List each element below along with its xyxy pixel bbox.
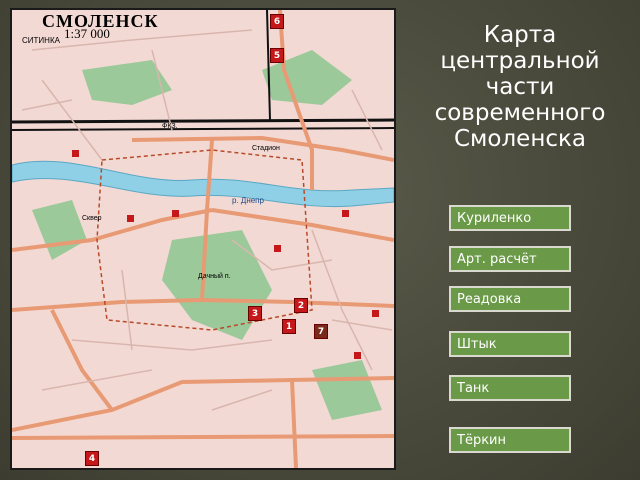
rail-station-label: ФКЗ. [162, 123, 178, 130]
map-scale: 1:37 000 [64, 26, 110, 41]
map-marker-4[interactable]: 4 [85, 451, 99, 466]
hero-button-art-raschet[interactable]: Арт. расчёт [449, 246, 571, 272]
map-label: Сквер [82, 215, 102, 222]
map-marker-6[interactable]: 6 [270, 14, 284, 29]
hero-button-readovka[interactable]: Реадовка [449, 286, 571, 312]
river-label: р. Днепр [232, 196, 265, 205]
map-marker-5[interactable]: 5 [270, 48, 284, 63]
map-marker-3[interactable]: 3 [248, 306, 262, 321]
park-label: Дачный п. [198, 272, 231, 280]
hero-button-tank[interactable]: Танк [449, 375, 571, 401]
slide-title: Карта центральной части современного Смо… [434, 22, 606, 152]
map-marker-1[interactable]: 1 [282, 319, 296, 334]
map-label: Стадион [252, 145, 280, 152]
hero-button-terkin[interactable]: Тёркин [449, 427, 571, 453]
map-corner-label: СИТИНКА [22, 36, 60, 45]
map-marker-2[interactable]: 2 [294, 298, 308, 313]
hero-button-kurilenko[interactable]: Куриленко [449, 205, 571, 231]
city-map[interactable]: ФКЗ. р. Днепр Дачный п. Стадион Сквер СМ… [10, 8, 396, 470]
railway [12, 118, 394, 124]
hero-button-shtyk[interactable]: Штык [449, 331, 571, 357]
map-drawing: ФКЗ. р. Днепр Дачный п. Стадион Сквер [12, 10, 394, 468]
map-marker-7[interactable]: 7 [314, 324, 328, 339]
